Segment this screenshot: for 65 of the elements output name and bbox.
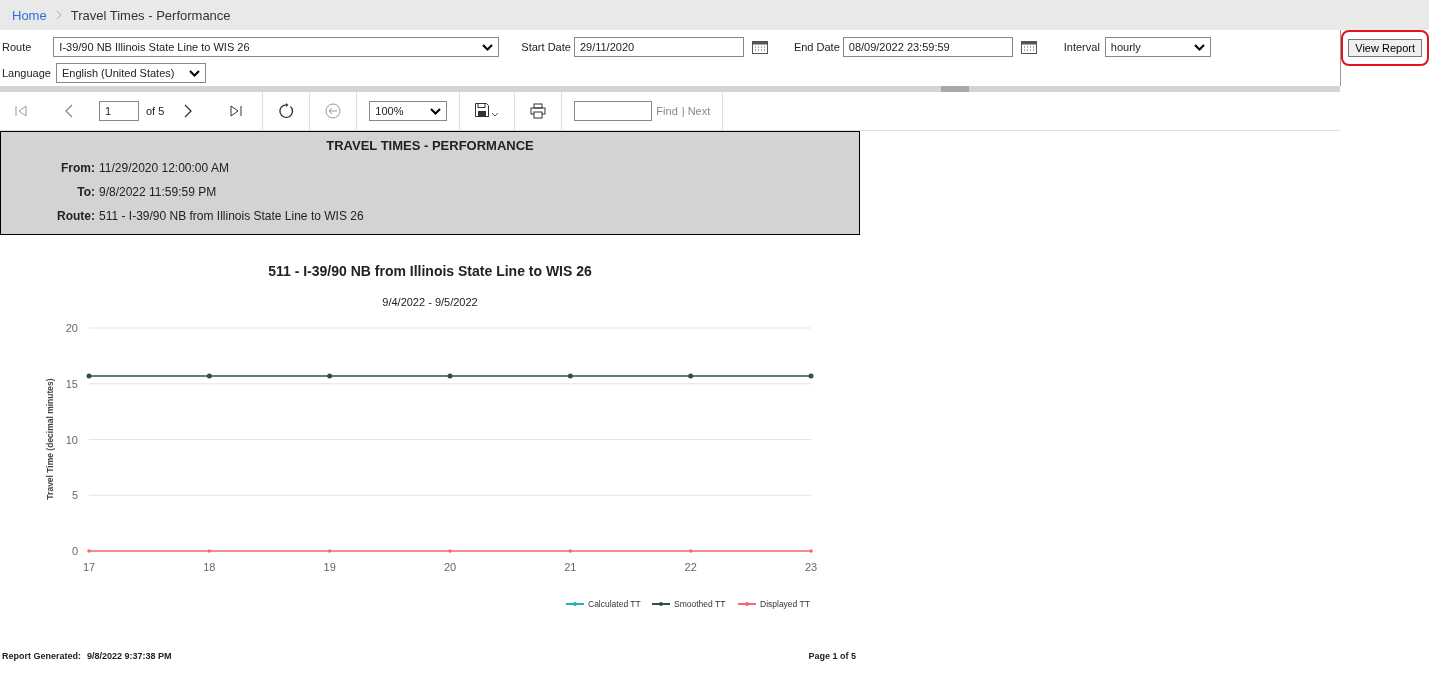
y-tick-label: 20	[65, 322, 78, 334]
field-label: To:	[76, 185, 96, 199]
splitter-handle[interactable]	[941, 86, 969, 92]
field-label: End Date	[793, 41, 840, 53]
field-label: Route:	[56, 209, 96, 223]
view-report-button[interactable]: View Report	[1348, 39, 1422, 57]
last-page-icon[interactable]	[230, 105, 243, 117]
next-page-icon[interactable]	[184, 104, 193, 118]
y-tick-label: 10	[65, 433, 78, 446]
first-page-icon[interactable]	[15, 105, 27, 117]
previous-page-icon[interactable]	[65, 104, 73, 118]
x-tick-label: 19	[323, 561, 336, 573]
legend-marker	[737, 602, 757, 606]
field-label: Interval	[1063, 41, 1100, 53]
x-tick-label: 17	[82, 561, 96, 573]
field-label: Language	[2, 67, 51, 79]
chevron-down-icon	[430, 107, 442, 115]
next-link[interactable]: | Next	[681, 105, 711, 117]
find-link[interactable]: Find	[656, 105, 678, 117]
chart-subtitle: 9/4/2022 - 9/5/2022	[381, 296, 479, 308]
date-field[interactable]: 08/09/2022 23:59:59	[842, 37, 1013, 57]
y-tick-label: 5	[71, 489, 78, 502]
page-count: of 5	[146, 105, 165, 117]
route-dropdown[interactable]: I-39/90 NB Illinois State Line to WIS 26	[53, 37, 500, 57]
field-value: 11/29/2020 12:00:00 AM	[99, 161, 229, 175]
date-field[interactable]: 29/11/2020	[573, 37, 744, 57]
x-tick-label: 21	[564, 561, 577, 573]
report-generated-value: 9/8/2022 9:37:38 PM	[87, 651, 172, 661]
page-number-field[interactable]: 1	[99, 101, 139, 121]
field-label: From:	[60, 161, 96, 175]
zoom-dropdown[interactable]: 100%	[369, 101, 448, 121]
print-icon[interactable]	[530, 103, 547, 119]
legend-marker	[651, 602, 671, 606]
y-tick-label: 15	[65, 377, 78, 390]
calendar-icon[interactable]	[1020, 40, 1037, 54]
field-value: 9/8/2022 11:59:59 PM	[99, 185, 217, 199]
field-label: Route	[2, 41, 32, 53]
chevron-down-icon	[1193, 43, 1205, 51]
x-tick-label: 23	[804, 561, 818, 573]
calendar-icon[interactable]	[751, 40, 768, 54]
legend-marker	[565, 602, 585, 606]
legend-label[interactable]: Calculated TT	[588, 599, 641, 609]
interval-dropdown[interactable]: hourly	[1104, 37, 1211, 57]
page-info: Page 1 of 5	[808, 651, 856, 661]
y-tick-label: 0	[71, 545, 78, 557]
chevron-down-icon	[188, 69, 200, 77]
x-tick-label: 18	[203, 561, 216, 573]
chart-title: 511 - I-39/90 NB from Illinois State Line to WIS 26	[267, 263, 593, 279]
language-dropdown[interactable]: English (United States)	[55, 63, 206, 83]
report-generated-label: Report Generated:	[2, 651, 81, 661]
report-title: TRAVEL TIMES - PERFORMANCE	[325, 137, 535, 155]
refresh-icon[interactable]	[278, 103, 295, 119]
y-axis-title: Travel Time (decimal minutes)	[45, 378, 55, 500]
legend-label[interactable]: Displayed TT	[760, 599, 810, 609]
chevron-down-icon	[482, 43, 494, 51]
find-field[interactable]	[574, 101, 653, 121]
field-label: Start Date	[521, 41, 571, 53]
x-tick-label: 22	[684, 561, 697, 573]
save-icon[interactable]	[475, 103, 500, 119]
page-title: Travel Times - Performance	[70, 7, 231, 23]
home-link[interactable]: Home	[12, 7, 47, 23]
chevron-right-icon	[55, 10, 62, 20]
field-value: 511 - I-39/90 NB from Illinois State Line to WIS 26	[99, 209, 364, 223]
legend-label[interactable]: Smoothed TT	[674, 599, 726, 609]
x-tick-label: 20	[443, 561, 457, 573]
